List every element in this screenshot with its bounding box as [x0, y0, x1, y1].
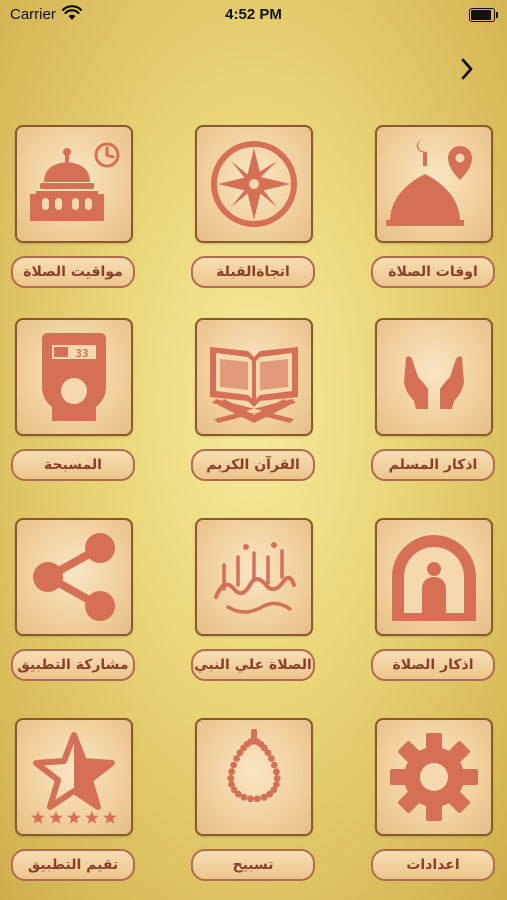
- tile-label: اتجاةالقبلة: [191, 256, 315, 288]
- tile-qibla-direction[interactable]: اتجاةالقبلة: [191, 125, 315, 300]
- status-bar: Carrier 4:52 PM: [0, 0, 507, 30]
- prayer-beads-icon: [227, 729, 281, 803]
- tile-settings[interactable]: اعدادات: [371, 718, 495, 893]
- tile-label: القرآن الكريم: [191, 449, 315, 481]
- share-icon: [33, 533, 115, 621]
- tile-label: اوقات الصلاة: [371, 256, 495, 288]
- rating-stars: [31, 811, 117, 824]
- bead: [270, 761, 278, 769]
- bead: [268, 755, 275, 762]
- bead: [230, 761, 238, 769]
- bead: [228, 768, 235, 776]
- star-rating-icon: [31, 732, 117, 824]
- rating-star: [49, 811, 63, 824]
- status-time: 4:52 PM: [225, 6, 282, 23]
- bead: [260, 793, 268, 801]
- tile-muslim-adhkar[interactable]: اذكار المسلم: [371, 318, 495, 493]
- mosque-clock-icon: [30, 142, 120, 221]
- tile-label: اعدادات: [371, 849, 495, 881]
- tile-label: اذكار الصلاة: [371, 649, 495, 681]
- bead: [233, 755, 240, 762]
- tile-label: الصلاة علي النبي: [191, 649, 315, 681]
- tile-label: تسبيح: [191, 849, 315, 881]
- rating-star: [67, 811, 81, 824]
- tile-prayer-times[interactable]: اوقات الصلاة: [371, 125, 495, 300]
- battery-icon: [469, 8, 498, 22]
- tile-label: مشاركة التطبيق: [11, 649, 135, 681]
- tile-prayer-adhkar[interactable]: اذكار الصلاة: [371, 518, 495, 693]
- rating-star: [31, 811, 45, 824]
- mosque-location-icon: [386, 140, 472, 226]
- rating-star: [85, 811, 99, 824]
- counter-value: 33: [75, 347, 88, 360]
- tile-salawat-prophet[interactable]: الصلاة علي النبي: [191, 518, 315, 693]
- compass-icon: [211, 141, 297, 227]
- tile-label: المسبحة: [11, 449, 135, 481]
- tile-share-app[interactable]: مشاركة التطبيق: [11, 518, 135, 693]
- calligraphy-icon: [214, 542, 296, 614]
- chevron-right-icon[interactable]: [455, 55, 479, 83]
- tally-counter-icon: 33: [42, 333, 106, 421]
- tile-label: تقيم التطبيق: [11, 849, 135, 881]
- bead: [227, 774, 235, 782]
- tile-tasbeeh[interactable]: تسبيح: [191, 718, 315, 893]
- praying-hands-icon: [404, 356, 464, 409]
- bead: [228, 781, 235, 788]
- bead: [254, 795, 261, 803]
- bead: [273, 768, 280, 776]
- gear-icon: [390, 733, 478, 821]
- tile-label: اذكار المسلم: [371, 449, 495, 481]
- tile-label: مواقيت الصلاة: [11, 256, 135, 288]
- tile-rate-app[interactable]: تقيم التطبيق: [11, 718, 135, 893]
- bead: [247, 795, 254, 803]
- tile-prayer-times-clock[interactable]: مواقيت الصلاة: [11, 125, 135, 300]
- tile-tasbih-counter[interactable]: 33 المسبحة: [11, 318, 135, 493]
- rating-star: [103, 811, 117, 824]
- praying-man-icon: [392, 535, 476, 621]
- bead: [264, 749, 272, 757]
- tile-holy-quran[interactable]: القرآن الكريم: [191, 318, 315, 493]
- quran-icon: [210, 347, 298, 423]
- bead: [273, 774, 281, 782]
